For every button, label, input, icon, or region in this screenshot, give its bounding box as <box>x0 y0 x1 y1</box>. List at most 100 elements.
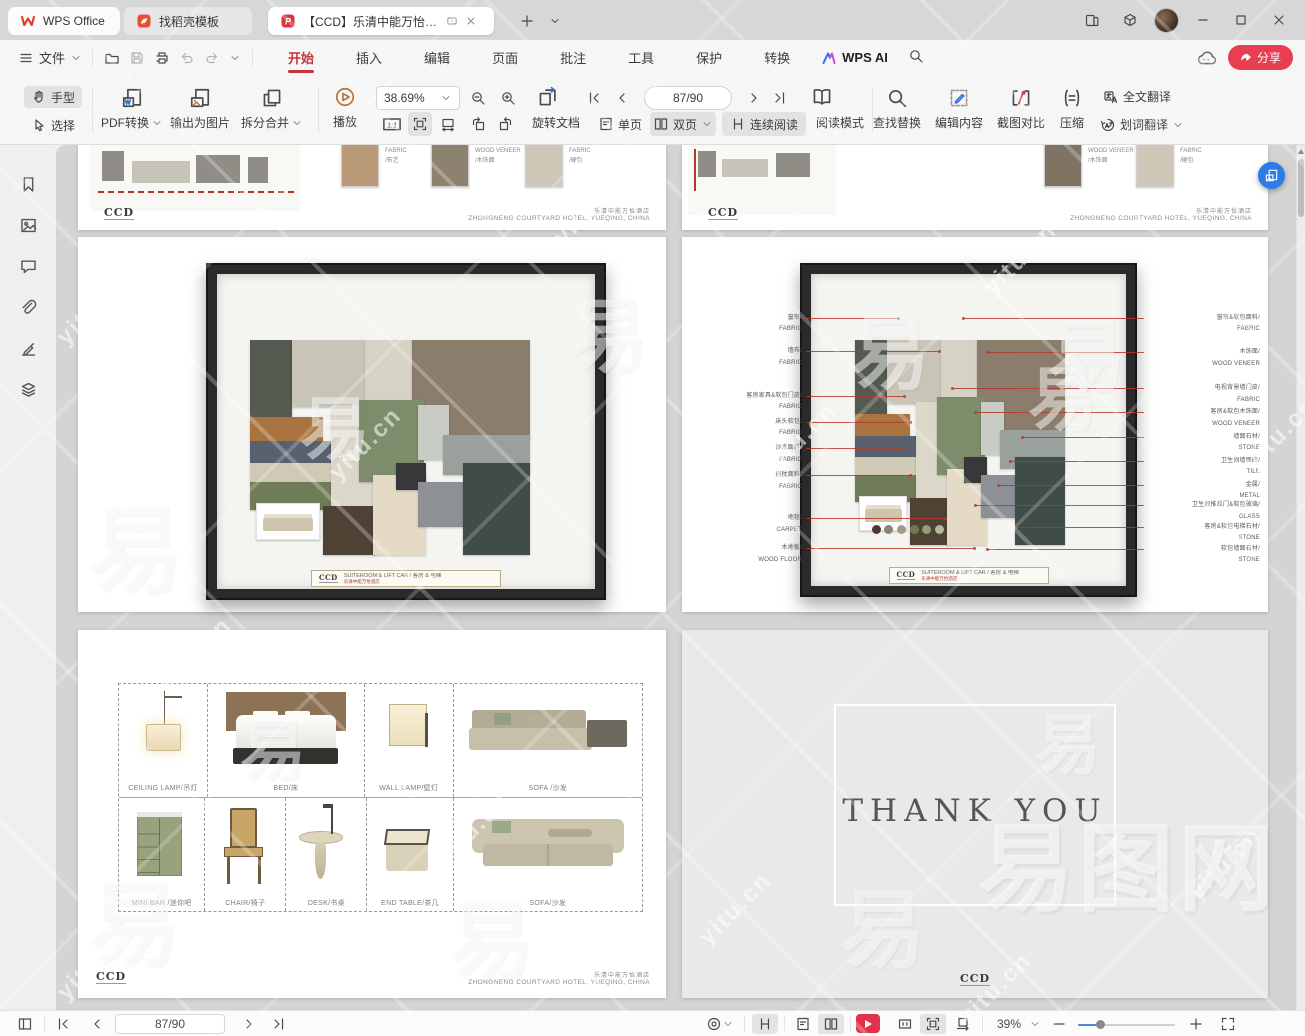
new-tab-button[interactable] <box>516 10 538 32</box>
rotate-left-button[interactable] <box>466 112 490 136</box>
rotate-right-button[interactable] <box>494 112 518 136</box>
signature-panel-icon[interactable] <box>19 339 38 358</box>
avatar[interactable] <box>1154 8 1179 33</box>
bookmarks-panel-icon[interactable] <box>19 175 38 194</box>
compress-button[interactable]: 压缩 <box>1050 87 1094 131</box>
sb-fullscreen-button[interactable] <box>1215 1011 1241 1036</box>
sb-last-page-button[interactable] <box>266 1011 292 1036</box>
double-page-icon <box>653 116 669 132</box>
export-image-button[interactable]: 输出为图片 <box>163 87 237 131</box>
rotate-pages-button[interactable] <box>536 85 560 109</box>
next-page-button[interactable] <box>742 86 766 110</box>
save-icon[interactable] <box>129 50 145 66</box>
scrollbar-thumb[interactable] <box>1298 159 1304 217</box>
sb-zoom-in-button[interactable] <box>1185 1011 1207 1036</box>
sb-single-page-button[interactable] <box>790 1011 816 1036</box>
sb-double-page-button[interactable] <box>818 1014 844 1034</box>
open-file-icon[interactable] <box>104 50 120 66</box>
sb-play-button[interactable] <box>856 1014 880 1033</box>
menu-item-5[interactable]: 批注 <box>539 40 607 75</box>
tab-document[interactable]: P 【CCD】乐清中能万怡酒店方... <box>268 7 494 35</box>
double-page-button[interactable]: 双页 <box>650 112 716 136</box>
view-options-button[interactable] <box>702 1011 738 1036</box>
continuous-read-button[interactable]: 连续阅读 <box>722 112 806 136</box>
tab-preview-icon[interactable] <box>446 15 458 27</box>
read-mode-icon-button[interactable] <box>810 85 834 109</box>
file-menu[interactable]: 文件 <box>0 40 92 75</box>
zoom-in-button[interactable] <box>496 86 520 110</box>
screenshot-compare-button[interactable]: 截图对比 <box>990 87 1052 131</box>
zoom-out-button[interactable] <box>466 86 490 110</box>
read-mode-button[interactable]: 阅读模式 <box>810 114 870 131</box>
layers-panel-icon[interactable] <box>19 380 38 399</box>
tab-wps-office[interactable]: WPS Office <box>8 7 120 35</box>
find-replace-button[interactable]: 查找替换 <box>866 87 928 131</box>
sb-zoom-chevron[interactable] <box>1026 1011 1044 1036</box>
hand-tool-button[interactable]: 手型 <box>24 86 82 108</box>
tab-list-button[interactable] <box>544 10 566 32</box>
menu-item-3[interactable]: 编辑 <box>403 40 471 75</box>
sb-zoom-value[interactable]: 39% <box>990 1011 1028 1036</box>
sb-first-page-button[interactable] <box>50 1011 76 1036</box>
page-indicator-input[interactable]: 87/90 <box>644 86 732 110</box>
page-panel-toggle[interactable] <box>12 1011 38 1036</box>
wps-ai-button[interactable]: WPS AI <box>811 50 898 66</box>
actual-size-button[interactable]: 1:1 <box>380 112 404 136</box>
undo-icon[interactable] <box>179 50 195 66</box>
prev-page-button[interactable] <box>610 86 634 110</box>
menu-item-4[interactable]: 页面 <box>471 40 539 75</box>
search-button[interactable] <box>898 48 934 67</box>
sb-actual-size-button[interactable] <box>892 1011 918 1036</box>
minimize-button[interactable] <box>1189 6 1217 34</box>
menu-item-2[interactable]: 插入 <box>335 40 403 75</box>
play-button[interactable]: 播放 <box>324 86 366 130</box>
workspace-cube-button[interactable] <box>1116 6 1144 34</box>
pdf-convert-button[interactable]: PDF转换 <box>97 87 167 131</box>
sb-zoom-out-button[interactable] <box>1048 1011 1070 1036</box>
full-translate-button[interactable]: 全文翻译 <box>1096 88 1178 105</box>
quick-convert-float-button[interactable] <box>1258 162 1285 189</box>
menu-item-7[interactable]: 保护 <box>675 40 743 75</box>
comments-panel-icon[interactable] <box>19 257 38 276</box>
vertical-scrollbar[interactable] <box>1296 145 1305 1010</box>
last-page-button[interactable] <box>768 86 792 110</box>
menu-item-1[interactable]: 开始 <box>267 40 335 75</box>
cloud-sync-icon[interactable] <box>1196 48 1216 68</box>
sb-fit-page-button[interactable] <box>920 1014 946 1034</box>
single-page-button[interactable]: 单页 <box>592 112 648 136</box>
print-icon[interactable] <box>154 50 170 66</box>
menu-item-8[interactable]: 转换 <box>743 40 811 75</box>
zoom-slider-track[interactable] <box>1100 1024 1175 1026</box>
close-button[interactable] <box>1265 6 1293 34</box>
scroll-up-arrow[interactable] <box>1298 149 1304 154</box>
tab-docer-templates[interactable]: 找稻壳模板 <box>124 7 252 35</box>
word-translate-button[interactable]: 划词翻译 <box>1096 116 1188 133</box>
sb-next-page-button[interactable] <box>236 1011 262 1036</box>
sb-prev-page-button[interactable] <box>84 1011 110 1036</box>
share-button[interactable]: 分享 <box>1228 45 1293 70</box>
first-page-button[interactable] <box>582 86 606 110</box>
sb-continuous-button[interactable] <box>752 1014 778 1034</box>
thumbnails-panel-icon[interactable] <box>19 216 38 235</box>
sb-page-indicator[interactable]: 87/90 <box>115 1014 225 1034</box>
zoom-combo[interactable]: 38.69% <box>376 86 460 110</box>
quickbar-more-icon[interactable] <box>229 52 241 64</box>
pdf-file-icon: P <box>280 13 296 29</box>
split-merge-button[interactable]: 拆分合并 <box>237 87 307 131</box>
sb-rotate-button[interactable] <box>950 1011 976 1036</box>
select-tool-button[interactable]: 选择 <box>24 114 82 136</box>
menu-item-6[interactable]: 工具 <box>607 40 675 75</box>
maximize-button[interactable] <box>1227 6 1255 34</box>
tab-close-icon[interactable] <box>465 15 477 27</box>
material-swatch <box>910 498 950 545</box>
split-screen-button[interactable] <box>1078 6 1106 34</box>
redo-icon[interactable] <box>204 50 220 66</box>
find-icon <box>886 87 908 109</box>
fit-page-button[interactable] <box>408 112 432 136</box>
material-annotation-left: 墙布/FABRIC <box>690 346 802 369</box>
rotate-doc-label[interactable]: 旋转文档 <box>524 114 588 131</box>
fit-width-button[interactable] <box>436 112 460 136</box>
edit-content-button[interactable]: 编辑内容 <box>928 87 990 131</box>
zoom-slider-knob[interactable] <box>1096 1020 1105 1029</box>
attachments-panel-icon[interactable] <box>19 298 38 317</box>
